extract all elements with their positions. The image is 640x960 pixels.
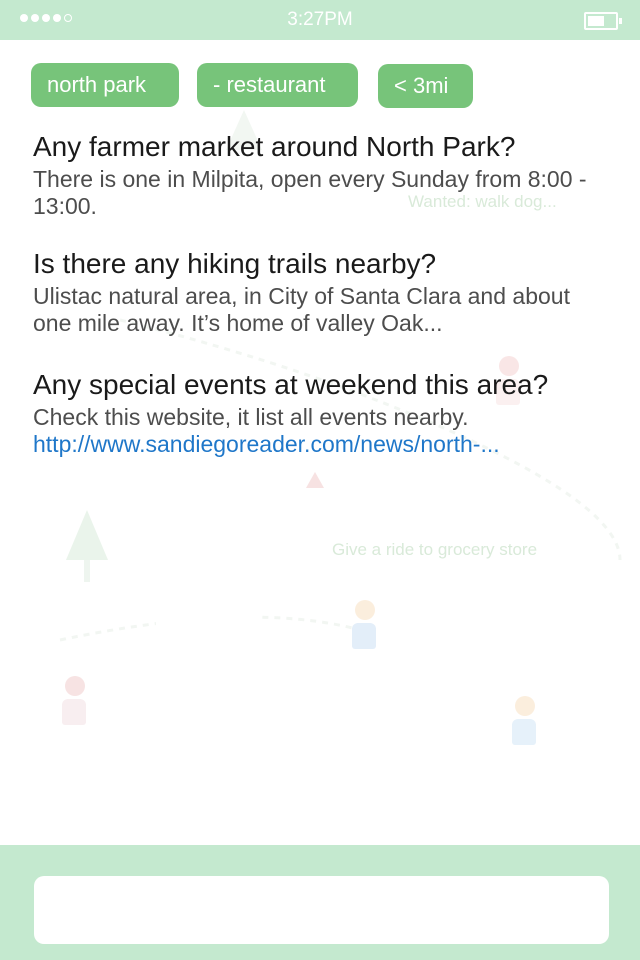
person-icon xyxy=(352,600,378,650)
status-bar: 3:27PM xyxy=(0,0,640,40)
filter-chip-distance[interactable]: < 3mi xyxy=(378,64,473,108)
qa-item[interactable]: Any farmer market around North Park? The… xyxy=(33,130,613,220)
events-link[interactable]: http://www.sandiegoreader.com/news/north… xyxy=(33,431,613,458)
filter-chip-location[interactable]: north park xyxy=(31,63,179,107)
battery-icon xyxy=(584,12,622,30)
answer-text: Ulistac natural area, in City of Santa C… xyxy=(33,283,570,336)
answer-text: There is one in Milpita, open every Sund… xyxy=(33,166,587,219)
question-text: Is there any hiking trails nearby? xyxy=(33,248,437,279)
question-text: Any special events at weekend this area? xyxy=(33,369,549,400)
filter-chip-category[interactable]: - restaurant xyxy=(197,63,358,107)
question-text: Any farmer market around North Park? xyxy=(33,131,516,162)
status-time: 3:27PM xyxy=(287,9,353,30)
bottom-input-bar xyxy=(0,845,640,960)
ghost-request-card: Give a ride to grocery store xyxy=(314,528,590,572)
message-input[interactable] xyxy=(34,876,609,944)
ghost-block xyxy=(156,596,262,660)
qa-item[interactable]: Any special events at weekend this area?… xyxy=(33,368,613,458)
person-icon xyxy=(62,676,88,726)
answer-text: Check this website, it list all events n… xyxy=(33,404,469,430)
qa-item[interactable]: Is there any hiking trails nearby? Ulist… xyxy=(33,247,613,337)
person-icon xyxy=(512,696,538,746)
